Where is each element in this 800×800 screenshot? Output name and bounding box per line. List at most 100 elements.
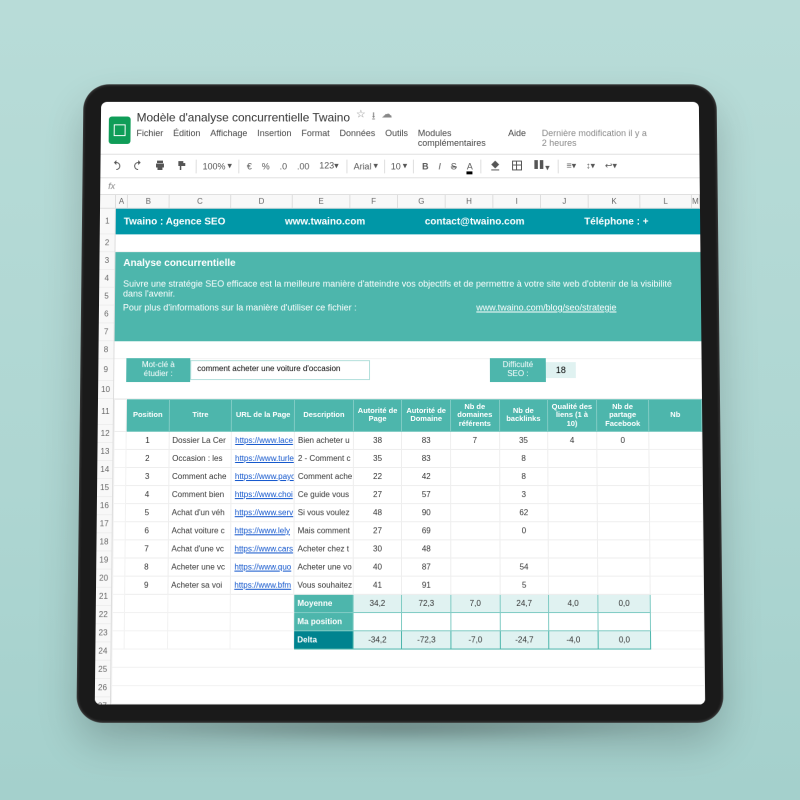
doc-title[interactable]: Modèle d'analyse concurrentielle Twaino xyxy=(137,110,350,124)
menu-format[interactable]: Format xyxy=(301,128,329,148)
cell-url[interactable]: https://www.quo xyxy=(231,558,294,576)
cell-url[interactable]: https://www.cars xyxy=(231,540,294,558)
col-header[interactable]: K xyxy=(589,195,641,208)
cell-url[interactable]: https://www.serv xyxy=(231,503,294,521)
table-row[interactable]: 4 Comment bien https://www.choi Ce guide… xyxy=(113,485,702,503)
intro-link[interactable]: www.twaino.com/blog/seo/strategie xyxy=(476,303,616,313)
row-number[interactable]: 5 xyxy=(99,288,114,306)
row-number[interactable]: 20 xyxy=(96,570,111,588)
text-color-button[interactable]: A xyxy=(465,161,475,171)
cell-url[interactable]: https://www.bfm xyxy=(231,576,294,594)
row-number[interactable]: 13 xyxy=(97,443,112,461)
menu-insertion[interactable]: Insertion xyxy=(257,128,291,148)
formula-bar[interactable]: fx xyxy=(100,178,700,195)
wrap-button[interactable]: ↩▾ xyxy=(603,161,619,172)
zoom-dropdown[interactable]: 100%▾ xyxy=(203,161,232,172)
font-family-dropdown[interactable]: Arial▾ xyxy=(354,161,378,172)
undo-icon[interactable] xyxy=(108,159,124,173)
row-number[interactable]: 16 xyxy=(97,497,112,515)
fill-color-button[interactable] xyxy=(488,159,504,173)
sheets-logo-icon[interactable] xyxy=(109,116,131,143)
row-number[interactable]: 12 xyxy=(98,425,113,443)
menu-donnees[interactable]: Données xyxy=(340,128,376,148)
font-size-dropdown[interactable]: 10▾ xyxy=(391,161,407,172)
col-header[interactable]: F xyxy=(350,195,398,208)
format-percent-button[interactable]: % xyxy=(260,161,272,171)
col-header[interactable]: L xyxy=(640,195,692,208)
table-row[interactable]: 3 Comment ache https://www.payc Comment … xyxy=(114,467,703,485)
table-row[interactable]: 1 Dossier La Cer https://www.lace Bien a… xyxy=(114,431,702,449)
table-row[interactable]: 7 Achat d'une vc https://www.cars Achete… xyxy=(113,540,703,558)
row-number[interactable]: 14 xyxy=(97,461,112,479)
menu-outils[interactable]: Outils xyxy=(385,128,408,148)
row-number[interactable]: 6 xyxy=(99,306,114,324)
row-number[interactable]: 9 xyxy=(98,359,113,381)
last-edit-text[interactable]: Dernière modification il y a 2 heures xyxy=(542,128,652,148)
cloud-icon[interactable]: ☁ xyxy=(381,108,392,127)
row-number[interactable]: 22 xyxy=(96,606,111,624)
spreadsheet-grid[interactable]: A B C D E F G H I J K L M 1 2 3 4 xyxy=(95,195,705,704)
more-formats-dropdown[interactable]: 123▾ xyxy=(317,161,340,172)
row-number[interactable]: 27 xyxy=(95,697,110,704)
move-icon[interactable]: ⭳ xyxy=(372,108,376,127)
col-header[interactable]: B xyxy=(128,195,170,208)
cell-url[interactable]: https://www.choi xyxy=(231,485,294,503)
v-align-button[interactable]: ↕▾ xyxy=(584,161,597,172)
table-row[interactable]: 8 Acheter une vc https://www.quo Acheter… xyxy=(113,558,704,576)
print-icon[interactable] xyxy=(152,159,168,173)
row-number[interactable]: 25 xyxy=(95,661,110,679)
col-header[interactable]: M xyxy=(692,195,700,208)
cell-url[interactable]: https://www.turle xyxy=(231,449,294,467)
dec-precision-button[interactable]: .0 xyxy=(278,161,289,171)
col-header[interactable]: H xyxy=(446,195,494,208)
row-number[interactable]: 10 xyxy=(98,381,113,399)
toolbar: 100%▾ € % .0 .00 123▾ Arial▾ 10▾ B I S A… xyxy=(100,154,699,179)
row-number[interactable]: 1 xyxy=(100,209,115,235)
menu-affichage[interactable]: Affichage xyxy=(210,128,247,148)
cell-url[interactable]: https://www.payc xyxy=(231,467,294,485)
cell-url[interactable]: https://www.lace xyxy=(232,431,295,449)
paint-format-icon[interactable] xyxy=(174,159,190,173)
row-number[interactable]: 4 xyxy=(99,270,114,288)
italic-button[interactable]: I xyxy=(436,161,442,171)
col-header[interactable]: E xyxy=(293,195,351,208)
menu-aide[interactable]: Aide xyxy=(508,128,526,148)
h-align-button[interactable]: ≡▾ xyxy=(564,161,578,172)
row-number[interactable]: 19 xyxy=(96,551,111,569)
col-header[interactable]: I xyxy=(493,195,541,208)
row-number[interactable]: 7 xyxy=(99,323,114,341)
table-row[interactable]: 9 Acheter sa voi https://www.bfm Vous so… xyxy=(113,576,704,594)
col-header[interactable]: D xyxy=(231,195,293,208)
row-number[interactable]: 23 xyxy=(95,624,110,642)
keyword-value[interactable]: comment acheter une voiture d'occasion xyxy=(190,360,370,380)
borders-button[interactable] xyxy=(509,159,525,173)
row-number[interactable]: 8 xyxy=(98,341,113,359)
row-number[interactable]: 26 xyxy=(95,679,110,697)
merge-cells-button[interactable]: ▾ xyxy=(531,159,551,174)
menu-modules[interactable]: Modules complémentaires xyxy=(418,128,498,148)
table-row[interactable]: 5 Achat d'un véh https://www.serv Si vou… xyxy=(113,503,702,521)
menu-fichier[interactable]: Fichier xyxy=(136,128,163,148)
menu-edition[interactable]: Édition xyxy=(173,128,200,148)
row-number[interactable]: 2 xyxy=(100,234,115,252)
row-number[interactable]: 11 xyxy=(98,399,113,425)
table-row[interactable]: 2 Occasion : les https://www.turle 2 - C… xyxy=(114,449,702,467)
row-number[interactable]: 15 xyxy=(97,479,112,497)
strike-button[interactable]: S xyxy=(449,161,459,171)
cell-url[interactable]: https://www.lely xyxy=(231,521,294,539)
col-header[interactable]: G xyxy=(398,195,446,208)
col-header[interactable]: A xyxy=(116,195,128,208)
inc-precision-button[interactable]: .00 xyxy=(295,161,311,171)
format-currency-button[interactable]: € xyxy=(245,161,254,171)
table-row[interactable]: 6 Achat voiture c https://www.lely Mais … xyxy=(113,521,703,539)
row-number[interactable]: 24 xyxy=(95,642,110,660)
row-number[interactable]: 3 xyxy=(99,252,114,270)
bold-button[interactable]: B xyxy=(420,161,430,171)
redo-icon[interactable] xyxy=(130,159,146,173)
star-icon[interactable]: ☆ xyxy=(356,108,366,127)
row-number[interactable]: 18 xyxy=(96,533,111,551)
row-number[interactable]: 21 xyxy=(96,588,111,606)
row-number[interactable]: 17 xyxy=(97,515,112,533)
col-header[interactable]: J xyxy=(541,195,589,208)
col-header[interactable]: C xyxy=(170,195,232,208)
